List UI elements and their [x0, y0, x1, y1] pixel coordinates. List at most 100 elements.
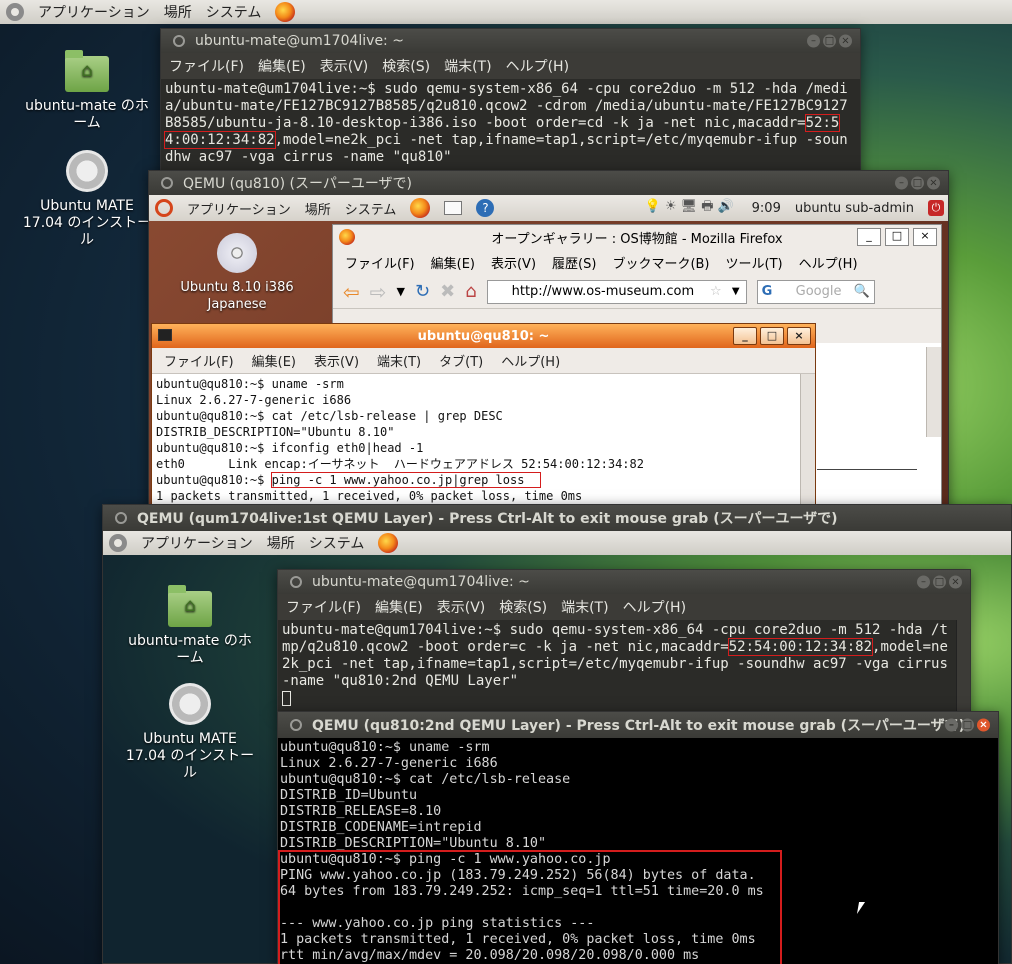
menu-terminal[interactable]: 端末(T) — [561, 597, 608, 617]
qemu-layer2-window[interactable]: QEMU (qu810:2nd QEMU Layer) - Press Ctrl… — [277, 711, 999, 964]
close-icon[interactable]: × — [949, 575, 962, 589]
maximize-icon[interactable]: □ — [885, 228, 909, 246]
search-box[interactable]: G Google 🔍 — [756, 279, 875, 304]
clock[interactable]: 9:09 — [752, 201, 781, 216]
close-icon[interactable]: × — [787, 327, 811, 345]
guest-terminal-window[interactable]: ubuntu@qu810: ~ _ □ × ファイル(F) 編集(E) 表示(V… — [151, 323, 816, 509]
terminal-title-bar[interactable]: ubuntu@qu810: ~ _ □ × — [152, 324, 815, 348]
window-menu-icon[interactable] — [290, 576, 302, 588]
stop-icon[interactable]: ✖ — [440, 281, 455, 302]
user-name[interactable]: ubuntu sub-admin — [795, 201, 914, 216]
minimize-icon[interactable]: – — [895, 176, 908, 190]
menu-terminal[interactable]: 端末(T) — [444, 56, 491, 76]
forward-icon[interactable]: ⇨ — [370, 280, 387, 304]
menu-view[interactable]: 表示(V) — [320, 56, 369, 76]
minimize-icon[interactable]: – — [917, 575, 930, 589]
terminal-menu-icon[interactable] — [158, 329, 172, 341]
desktop-icon-home[interactable]: ubuntu-mate のホーム — [125, 585, 255, 667]
menu-tabs[interactable]: タブ(T) — [439, 351, 483, 370]
minimize-icon[interactable]: _ — [857, 228, 881, 246]
close-icon[interactable]: × — [839, 34, 852, 48]
back-icon[interactable]: ⇦ — [343, 280, 360, 304]
url-dropdown-icon[interactable]: ▼ — [732, 286, 740, 297]
close-icon[interactable]: × — [977, 718, 990, 732]
menu-bookmarks[interactable]: ブックマーク(B) — [612, 253, 709, 272]
mate-logo-icon[interactable] — [109, 534, 127, 552]
menu-applications[interactable]: アプリケーション — [38, 2, 150, 22]
terminal-scrollbar[interactable] — [956, 620, 970, 712]
reload-icon[interactable]: ↻ — [415, 281, 430, 302]
menu-help[interactable]: ヘルプ(H) — [501, 351, 560, 370]
menu-system[interactable]: システム — [206, 2, 262, 22]
qemu-qu810-window[interactable]: QEMU (qu810) (スーパーユーザで) – □ × アプリケーション 場… — [148, 170, 949, 510]
menu-applications[interactable]: アプリケーション — [141, 533, 253, 553]
menu-edit[interactable]: 編集(E) — [258, 56, 306, 76]
minimize-icon[interactable]: – — [807, 34, 820, 48]
menu-file[interactable]: ファイル(F) — [345, 253, 415, 272]
mail-icon[interactable] — [444, 201, 463, 215]
close-icon[interactable]: × — [927, 176, 940, 190]
title-bar[interactable]: ubuntu-mate@qum1704live: ~ – □ × — [278, 570, 970, 594]
desktop-icon-home[interactable]: ubuntu-mate のホーム — [22, 50, 152, 132]
menu-tools[interactable]: ツール(T) — [726, 253, 783, 272]
menu-system[interactable]: システム — [345, 199, 397, 218]
menu-history[interactable]: 履歴(S) — [552, 253, 596, 272]
minimize-icon[interactable]: – — [945, 718, 958, 732]
title-bar[interactable]: QEMU (qu810) (スーパーユーザで) – □ × — [149, 171, 948, 195]
menu-system[interactable]: システム — [309, 533, 365, 553]
layer1-terminal-window[interactable]: ubuntu-mate@qum1704live: ~ – □ × ファイル(F)… — [277, 569, 971, 713]
cd-icon[interactable]: Ubuntu 8.10 i386 Japanese — [177, 233, 297, 313]
guest-screen[interactable]: アプリケーション 場所 システム ? 💡☀🖥🖶🔊 9:09 ubuntu sub… — [149, 195, 948, 509]
window-menu-icon[interactable] — [173, 35, 185, 47]
maximize-icon[interactable]: □ — [911, 176, 924, 190]
mate-logo-icon[interactable] — [6, 3, 24, 21]
maximize-icon[interactable]: □ — [760, 327, 784, 345]
terminal-output[interactable]: ubuntu-mate@um1704live:~$ sudo qemu-syst… — [161, 79, 860, 177]
qemu-layer1-window[interactable]: QEMU (qum1704live:1st QEMU Layer) - Pres… — [102, 504, 1012, 964]
home-icon[interactable]: ⌂ — [465, 281, 476, 302]
title-bar[interactable]: QEMU (qu810:2nd QEMU Layer) - Press Ctrl… — [278, 712, 998, 738]
menu-applications[interactable]: アプリケーション — [187, 199, 291, 218]
menu-places[interactable]: 場所 — [267, 533, 295, 553]
shutdown-icon[interactable]: ⏻ — [928, 200, 944, 216]
menu-edit[interactable]: 編集(E) — [375, 597, 423, 617]
menu-help[interactable]: ヘルプ(H) — [623, 597, 686, 617]
menu-search[interactable]: 検索(S) — [499, 597, 547, 617]
menu-edit[interactable]: 編集(E) — [252, 351, 296, 370]
maximize-icon[interactable]: □ — [823, 34, 836, 48]
help-icon[interactable]: ? — [476, 199, 495, 217]
firefox-scrollbar[interactable] — [926, 347, 941, 437]
tray-icons[interactable]: 💡☀🖥🖶🔊 — [645, 197, 738, 219]
maximize-icon[interactable]: □ — [933, 575, 946, 589]
terminal-scrollbar[interactable] — [800, 374, 815, 509]
desktop-icon-installer[interactable]: Ubuntu MATE 17.04 のインストール — [125, 683, 255, 782]
title-bar[interactable]: QEMU (qum1704live:1st QEMU Layer) - Pres… — [103, 505, 1011, 531]
window-menu-icon[interactable] — [161, 177, 173, 189]
minimize-icon[interactable]: _ — [733, 327, 757, 345]
chevron-down-icon[interactable]: ▼ — [397, 285, 405, 298]
menu-edit[interactable]: 編集(E) — [431, 253, 475, 272]
firefox-icon[interactable] — [410, 198, 431, 218]
menu-view[interactable]: 表示(V) — [437, 597, 486, 617]
terminal-output[interactable]: ubuntu-mate@qum1704live:~$ sudo qemu-sys… — [278, 620, 970, 712]
search-icon[interactable]: 🔍 — [853, 284, 869, 299]
menu-places[interactable]: 場所 — [164, 2, 192, 22]
firefox-icon[interactable] — [275, 2, 296, 22]
host-terminal-window[interactable]: ubuntu-mate@um1704live: ~ – □ × ファイル(F) … — [160, 28, 861, 178]
ubuntu-logo-icon[interactable] — [155, 199, 173, 217]
menu-terminal[interactable]: 端末(T) — [377, 351, 421, 370]
url-bar[interactable]: http://www.os-museum.com ☆ ▼ — [486, 279, 747, 304]
bookmark-star-icon[interactable]: ☆ — [710, 284, 722, 299]
firefox-icon[interactable] — [378, 533, 399, 553]
menu-view[interactable]: 表示(V) — [314, 351, 359, 370]
window-menu-icon[interactable] — [290, 719, 302, 731]
menu-view[interactable]: 表示(V) — [491, 253, 536, 272]
console-output[interactable]: ubuntu@qu810:~$ uname -srm Linux 2.6.27-7… — [278, 738, 998, 964]
desktop-icon-installer[interactable]: Ubuntu MATE 17.04 のインストール — [22, 150, 152, 249]
menu-file[interactable]: ファイル(F) — [169, 56, 244, 76]
terminal-output[interactable]: ubuntu@qu810:~$ uname -srm Linux 2.6.27-7… — [152, 374, 815, 509]
firefox-title-bar[interactable]: オープンギャラリー : OS博物館 - Mozilla Firefox _ □ … — [333, 225, 941, 249]
close-icon[interactable]: × — [913, 228, 937, 246]
menu-places[interactable]: 場所 — [305, 199, 331, 218]
menu-file[interactable]: ファイル(F) — [164, 351, 234, 370]
